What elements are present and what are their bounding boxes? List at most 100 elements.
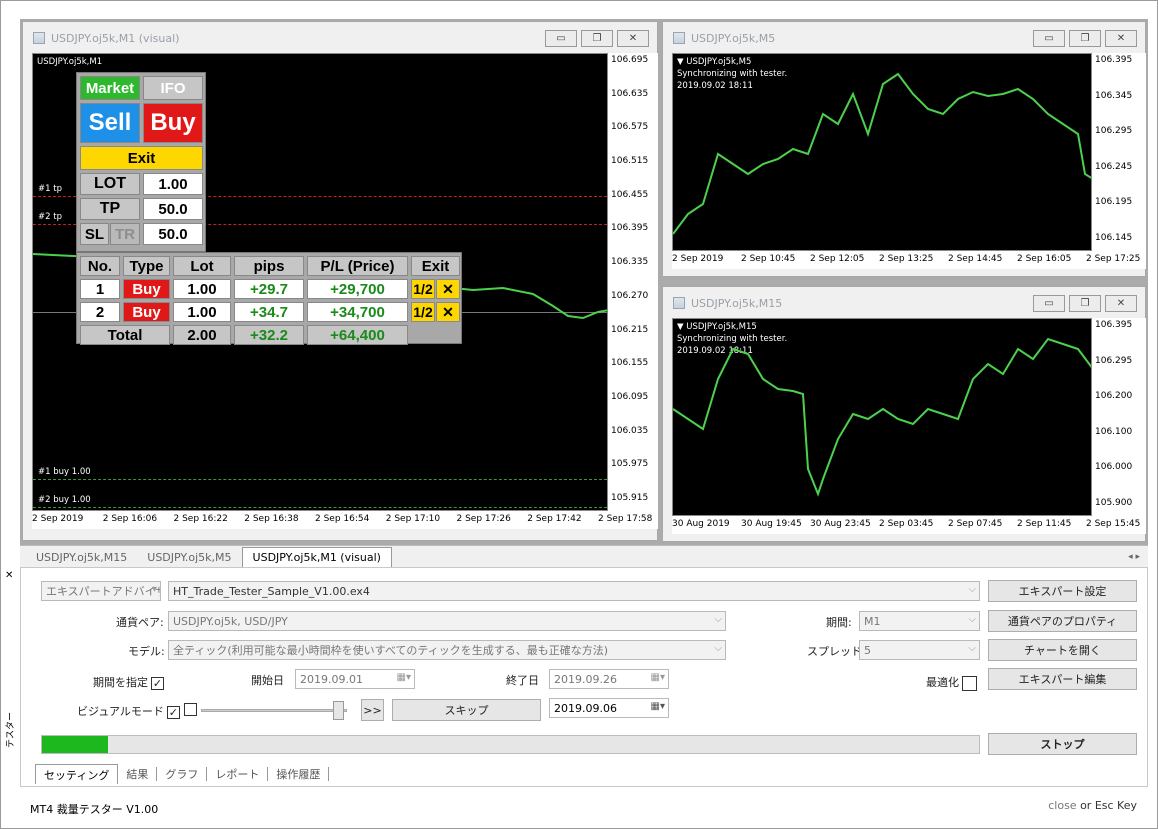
expert-type-select[interactable]: エキスパートアドバイザ ▾ <box>41 581 161 601</box>
restore-button[interactable]: ❐ <box>1069 30 1101 47</box>
tab-scroll-arrows[interactable]: ◂ ▸ <box>1128 552 1140 562</box>
tab-m5[interactable]: USDJPY.oj5k,M5 <box>137 547 241 567</box>
close-button[interactable]: ✕ <box>1105 30 1137 47</box>
close-button[interactable]: ✕ <box>1105 295 1137 312</box>
tab-results[interactable]: 結果 <box>118 767 158 781</box>
close-hint: close or Esc Key <box>1048 799 1137 812</box>
half-close-button[interactable]: 1/2 <box>411 302 435 322</box>
window-titlebar[interactable]: USDJPY.oj5k,M1 (visual) ▭ ❐ ✕ <box>23 22 657 54</box>
expert-settings-button[interactable]: エキスパート設定 <box>988 580 1137 602</box>
time-tick-label: 2 Sep 17:58 <box>598 514 653 524</box>
position-no: 1 <box>80 279 120 299</box>
window-titlebar[interactable]: USDJPY.oj5k,M15 ▭ ❐ ✕ <box>663 287 1145 319</box>
table-header: P/L (Price) <box>307 256 408 276</box>
tr-toggle[interactable]: TR <box>110 223 140 245</box>
time-tick-label: 2 Sep 16:38 <box>244 514 299 524</box>
minimize-button[interactable]: ▭ <box>545 30 577 47</box>
start-date-label: 開始日 <box>251 674 284 687</box>
exit-button[interactable]: Exit <box>80 146 203 170</box>
price-tick-label: 106.145 <box>1095 233 1133 243</box>
time-tick-label: 30 Aug 19:45 <box>741 519 802 529</box>
expert-file-select[interactable]: HT_Trade_Tester_Sample_V1.00.ex4 ⌵ <box>168 581 980 601</box>
chart-window-m5[interactable]: USDJPY.oj5k,M5 ▭ ❐ ✕ ▼ USDJPY.oj5k,M5 Sy… <box>662 21 1146 277</box>
total-pips: +32.2 <box>234 325 304 345</box>
time-tick-label: 2 Sep 12:05 <box>810 254 865 264</box>
progress-bar <box>41 735 980 754</box>
pair-select[interactable]: USDJPY.oj5k, USD/JPY ⌵ <box>168 611 726 631</box>
table-header: No. <box>80 256 120 276</box>
edit-expert-button[interactable]: エキスパート編集 <box>988 668 1137 690</box>
half-close-button[interactable]: 1/2 <box>411 279 435 299</box>
minimize-button[interactable]: ▭ <box>1033 295 1065 312</box>
use-date-checkbox[interactable]: ✓ <box>151 676 164 690</box>
ifo-button[interactable]: IFO <box>143 76 203 100</box>
close-button[interactable]: ✕ <box>617 30 649 47</box>
price-tick-label: 106.215 <box>611 324 649 335</box>
tester-close-icon[interactable]: ✕ <box>5 570 13 581</box>
sell-button[interactable]: Sell <box>80 103 140 143</box>
minimize-button[interactable]: ▭ <box>1033 30 1065 47</box>
window-title: USDJPY.oj5k,M15 <box>691 296 783 310</box>
tab-settings[interactable]: セッティング <box>35 764 119 784</box>
price-tick-label: 106.635 <box>611 88 649 99</box>
time-tick-label: 2 Sep 15:45 <box>1086 519 1141 529</box>
table-header: Type <box>123 256 170 276</box>
spread-select[interactable]: 5 ⌵ <box>859 640 980 660</box>
chart-plot-m5[interactable]: ▼ USDJPY.oj5k,M5 Synchronizing with test… <box>672 53 1092 251</box>
chart-window-m1[interactable]: USDJPY.oj5k,M1 (visual) ▭ ❐ ✕ USDJPY.oj5… <box>22 21 658 541</box>
position-lot: 1.00 <box>173 302 231 322</box>
price-tick-label: 106.100 <box>1095 426 1133 437</box>
market-button[interactable]: Market <box>80 76 140 100</box>
price-tick-label: 106.295 <box>1095 126 1133 137</box>
lot-input[interactable]: 1.00 <box>143 173 203 195</box>
optimize-checkbox[interactable] <box>962 675 977 691</box>
period-select[interactable]: M1 ⌵ <box>859 611 980 631</box>
fast-forward-button[interactable]: >> <box>361 699 384 721</box>
tab-m1-visual[interactable]: USDJPY.oj5k,M1 (visual) <box>241 547 392 567</box>
position-pl: +29,700 <box>307 279 408 299</box>
tp-label: TP <box>80 198 140 220</box>
time-axis-m15: 30 Aug 2019 30 Aug 19:45 30 Aug 23:45 2 Sep… <box>672 516 1146 534</box>
tab-journal[interactable]: 操作履歴 <box>268 767 330 781</box>
time-axis-m5: 2 Sep 2019 2 Sep 10:45 2 Sep 12:05 2 Sep 13… <box>672 251 1146 269</box>
tab-report[interactable]: レポート <box>207 767 269 781</box>
close-position-icon[interactable]: ✕ <box>436 279 460 299</box>
restore-button[interactable]: ❐ <box>1069 295 1101 312</box>
chart-plot-m15[interactable]: ▼ USDJPY.oj5k,M15 Synchronizing with tes… <box>672 318 1092 516</box>
lot-label: LOT <box>80 173 140 195</box>
window-titlebar[interactable]: USDJPY.oj5k,M5 ▭ ❐ ✕ <box>663 22 1145 54</box>
price-tick-label: 105.915 <box>611 493 649 503</box>
trade-panel: Market IFO Sell Buy Exit LOT 1.00 TP 50.… <box>76 72 206 252</box>
skip-date-picker[interactable]: 2019.09.06 ▦▾ <box>549 698 669 718</box>
price-tick-label: 106.095 <box>611 391 649 402</box>
close-position-icon[interactable]: ✕ <box>436 302 460 322</box>
end-date-label: 終了日 <box>506 674 539 687</box>
visual-mode-checkbox[interactable]: ✓ <box>166 705 180 719</box>
pair-properties-button[interactable]: 通貨ペアのプロパティ <box>988 610 1137 632</box>
tab-m15[interactable]: USDJPY.oj5k,M15 <box>26 547 137 567</box>
mdi-area: USDJPY.oj5k,M1 (visual) ▭ ❐ ✕ USDJPY.oj5… <box>20 19 1148 545</box>
buy-button[interactable]: Buy <box>143 103 203 143</box>
position-pips: +29.7 <box>234 279 304 299</box>
tab-graph[interactable]: グラフ <box>157 767 208 781</box>
restore-button[interactable]: ❐ <box>581 30 613 47</box>
tester-tabs: セッティング 結果 グラフ レポート 操作履歴 <box>35 764 330 784</box>
total-lot: 2.00 <box>173 325 231 345</box>
start-date-picker[interactable]: 2019.09.01 ▦▾ <box>295 669 415 689</box>
sl-label: SL <box>80 223 109 245</box>
skip-button[interactable]: スキップ <box>392 699 541 721</box>
tp-input[interactable]: 50.0 <box>143 198 203 220</box>
speed-slider-track[interactable] <box>201 709 347 712</box>
end-date-picker[interactable]: 2019.09.26 ▦▾ <box>549 669 669 689</box>
model-select[interactable]: 全ティック(利用可能な最小時間枠を使いすべてのティックを生成する、最も正確な方法… <box>168 640 726 660</box>
open-chart-button[interactable]: チャートを開く <box>988 639 1137 661</box>
period-label: 期間: <box>826 616 852 629</box>
visual-speed-check[interactable] <box>184 703 197 716</box>
sl-input[interactable]: 50.0 <box>143 223 203 245</box>
speed-slider-thumb[interactable] <box>333 701 344 720</box>
time-tick-label: 2 Sep 2019 <box>672 254 724 264</box>
stop-button[interactable]: ストップ <box>988 733 1137 755</box>
close-link[interactable]: close <box>1048 799 1076 812</box>
chart-window-m15[interactable]: USDJPY.oj5k,M15 ▭ ❐ ✕ ▼ USDJPY.oj5k,M15 … <box>662 286 1146 542</box>
position-lot: 1.00 <box>173 279 231 299</box>
